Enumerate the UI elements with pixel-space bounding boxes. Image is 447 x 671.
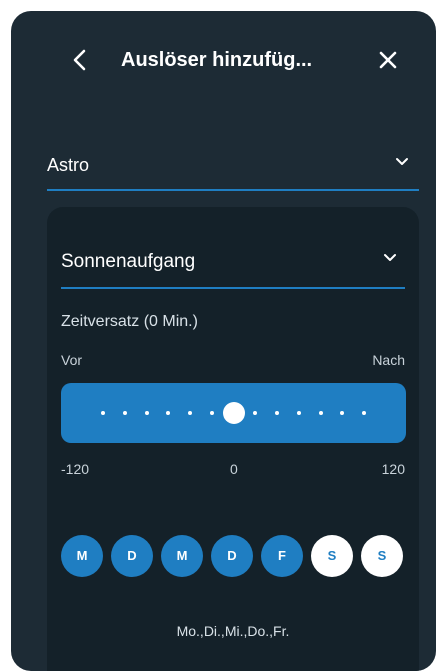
back-button[interactable]	[65, 45, 95, 75]
weekday-toggle-sun[interactable]: S	[361, 535, 403, 577]
slider-step-dot	[318, 411, 323, 415]
slider-thumb[interactable]	[222, 402, 245, 424]
slider-step-dot	[122, 411, 127, 415]
before-label: Vor	[61, 352, 83, 368]
close-button[interactable]	[373, 45, 403, 75]
slider-step-dot	[362, 411, 366, 415]
slider-min-label: -120	[61, 461, 90, 477]
slider-step-dot	[209, 411, 214, 415]
offset-label: Zeitversatz (0 Min.)	[61, 313, 198, 330]
close-icon	[379, 51, 397, 69]
astro-event-select[interactable]: Sonnenaufgang	[61, 231, 405, 289]
after-label: Nach	[372, 352, 405, 368]
selected-days-summary: Mo.,Di.,Mi.,Do.,Fr.	[176, 623, 290, 639]
select-underline	[61, 287, 405, 289]
add-trigger-dialog: Auslöser hinzufüg... Astro Sonnenaufgang…	[11, 11, 436, 671]
trigger-type-value: Astro	[47, 155, 90, 175]
weekday-toggle-sat[interactable]: S	[311, 535, 353, 577]
dialog-header: Auslöser hinzufüg...	[11, 11, 436, 111]
astro-event-value: Sonnenaufgang	[61, 251, 196, 272]
slider-mid-label: 0	[230, 461, 238, 477]
slider-step-dot	[340, 411, 345, 415]
weekday-toggle-thu[interactable]: D	[211, 535, 253, 577]
slider-step-dot	[101, 411, 105, 415]
offset-slider[interactable]	[61, 383, 406, 443]
slider-step-dot	[296, 411, 301, 415]
dialog-title: Auslöser hinzufüg...	[121, 49, 313, 71]
slider-step-dot	[144, 411, 149, 415]
select-underline	[47, 189, 419, 191]
weekday-toggle-wed[interactable]: M	[161, 535, 203, 577]
slider-step-dot	[188, 411, 192, 415]
weekday-toggle-tue[interactable]: D	[111, 535, 153, 577]
weekday-toggle-mon[interactable]: M	[61, 535, 103, 577]
weekday-selector: M D M D F S S	[61, 535, 405, 579]
trigger-type-select[interactable]: Astro	[47, 137, 419, 191]
slider-step-dot	[253, 411, 258, 415]
chevron-down-icon	[396, 158, 408, 165]
chevron-down-icon	[384, 254, 396, 261]
slider-step-dot	[166, 411, 171, 415]
slider-step-dot	[275, 411, 279, 415]
chevron-left-icon	[73, 49, 86, 71]
slider-max-label: 120	[381, 461, 405, 477]
weekday-toggle-fri[interactable]: F	[261, 535, 303, 577]
trigger-settings-card: Sonnenaufgang Zeitversatz (0 Min.) Vor N…	[47, 207, 419, 671]
